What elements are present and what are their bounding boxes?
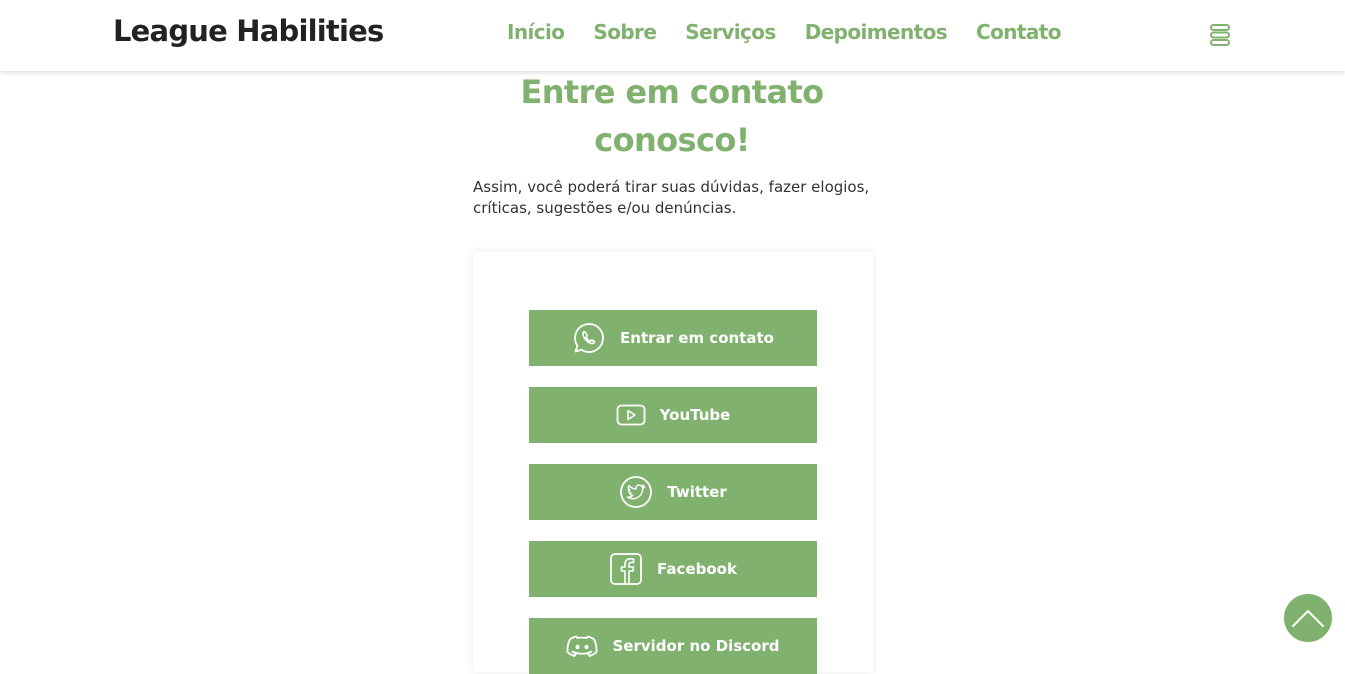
facebook-label: Facebook	[657, 560, 737, 578]
discord-button[interactable]: Servidor no Discord	[529, 618, 817, 674]
youtube-icon	[616, 404, 646, 426]
contact-heading-line1: Entre em contato	[520, 73, 824, 111]
contact-heading-line2: conosco!	[594, 121, 750, 159]
contact-section: Entre em contato conosco! Assim, você po…	[0, 68, 1345, 674]
contact-card: Entrar em contato YouTube Twitter Facebo…	[473, 252, 873, 674]
brand-logo[interactable]: League Habilities	[113, 14, 384, 48]
whatsapp-icon	[572, 321, 606, 355]
youtube-button[interactable]: YouTube	[529, 387, 817, 443]
nav-link-inicio[interactable]: Início	[507, 20, 565, 44]
facebook-icon	[609, 552, 643, 586]
chevron-up-icon	[1291, 608, 1325, 628]
nav-link-contato[interactable]: Contato	[976, 20, 1061, 44]
contact-subtitle-line1: Assim, você poderá tirar suas dúvidas, f…	[473, 178, 870, 196]
youtube-label: YouTube	[659, 406, 731, 424]
nav-link-servicos[interactable]: Serviços	[685, 20, 776, 44]
whatsapp-contact-label: Entrar em contato	[620, 329, 774, 347]
twitter-label: Twitter	[667, 483, 727, 501]
navbar: League Habilities Início Sobre Serviços …	[0, 0, 1345, 71]
contact-heading: Entre em contato conosco!	[472, 68, 872, 164]
contact-subtitle: Assim, você poderá tirar suas dúvidas, f…	[473, 177, 873, 219]
whatsapp-contact-button[interactable]: Entrar em contato	[529, 310, 817, 366]
back-to-top-button[interactable]	[1283, 593, 1333, 643]
stacked-bars-icon[interactable]	[1209, 23, 1231, 47]
nav-link-sobre[interactable]: Sobre	[593, 20, 656, 44]
facebook-button[interactable]: Facebook	[529, 541, 817, 597]
contact-subtitle-line2: críticas, sugestões e/ou denúncias.	[473, 199, 737, 217]
twitter-button[interactable]: Twitter	[529, 464, 817, 520]
nav-links: Início Sobre Serviços Depoimentos Contat…	[507, 20, 1090, 44]
twitter-icon	[619, 475, 653, 509]
nav-link-depoimentos[interactable]: Depoimentos	[805, 20, 948, 44]
discord-label: Servidor no Discord	[612, 637, 780, 655]
